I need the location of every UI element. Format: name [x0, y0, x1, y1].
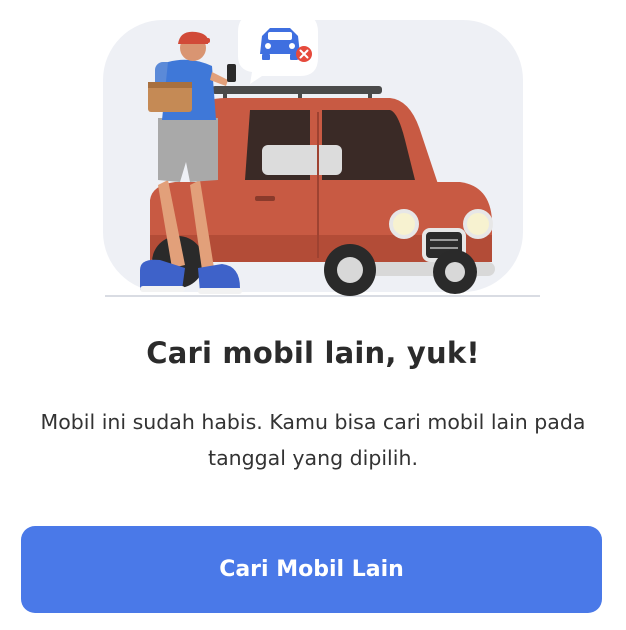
empty-state-illustration: [0, 0, 626, 310]
page-title: Cari mobil lain, yuk!: [146, 336, 480, 370]
description-text: Mobil ini sudah habis. Kamu bisa cari mo…: [40, 410, 586, 470]
find-other-car-button[interactable]: Cari Mobil Lain: [21, 526, 602, 613]
